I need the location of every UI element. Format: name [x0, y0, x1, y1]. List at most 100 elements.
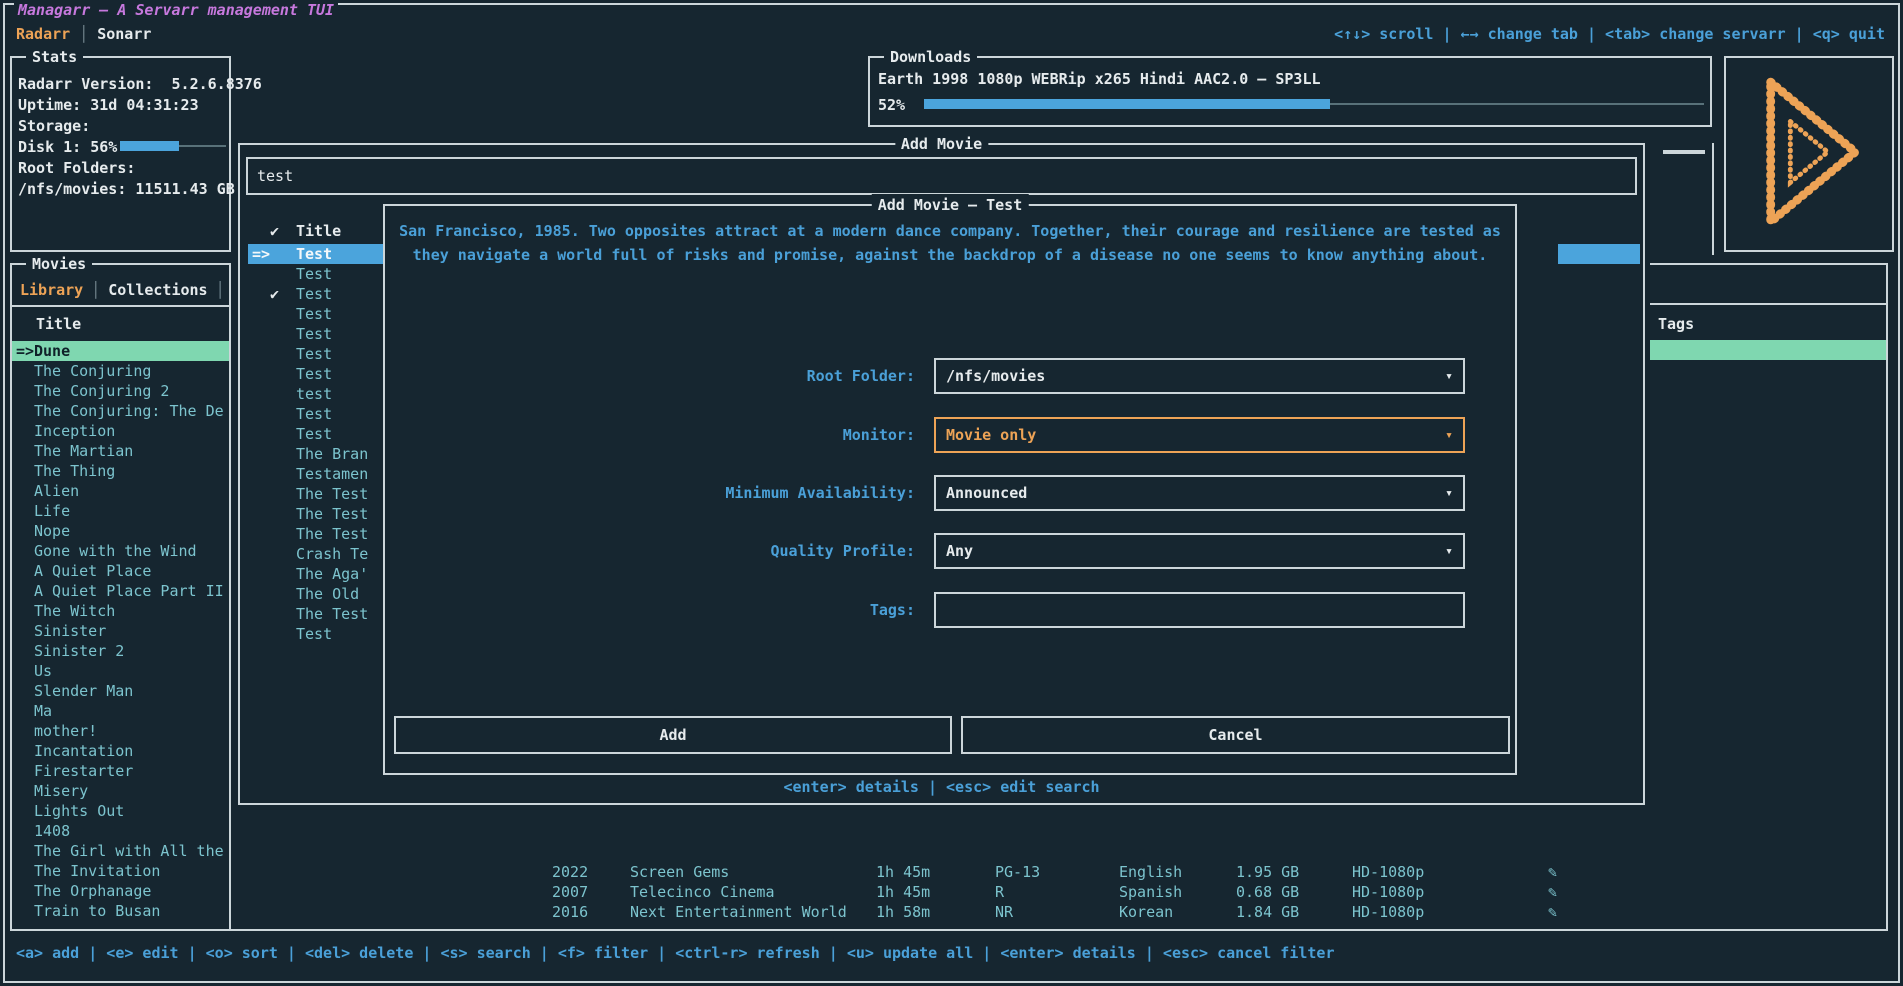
search-result-item[interactable]: => ✔ The Old	[248, 584, 385, 604]
movie-list-item[interactable]: => Gone with the Wind	[12, 541, 229, 561]
tab-library[interactable]: Library	[20, 281, 83, 299]
tab-sonarr[interactable]: Sonarr	[97, 25, 151, 43]
search-result-item[interactable]: => ✔ Test	[248, 324, 385, 344]
search-result-item[interactable]: => ✔ Test	[248, 264, 385, 284]
minimum-availability-dropdown: Minimum Availability: Announced ▾	[385, 475, 1515, 511]
search-result-item[interactable]: => ✔ test	[248, 384, 385, 404]
tab-collections[interactable]: Collections	[108, 281, 207, 299]
movie-list-item[interactable]: => Slender Man	[12, 681, 229, 701]
search-result-item[interactable]: => ✔ Test	[248, 624, 385, 644]
movie-list-item[interactable]: => Inception	[12, 421, 229, 441]
cancel-button[interactable]: Cancel	[961, 716, 1510, 754]
result-title: Test	[296, 325, 332, 343]
movie-list-item[interactable]: => Dune	[12, 341, 229, 361]
search-result-item[interactable]: => ✔ Test	[248, 364, 385, 384]
dropdown-arrow-icon: ▾	[1445, 428, 1453, 443]
movie-list-item[interactable]: => Ma	[12, 701, 229, 721]
movie-list-item[interactable]: => Life	[12, 501, 229, 521]
movie-studio: Next Entertainment World	[630, 902, 847, 922]
movie-table-rows: 2022 Screen Gems 1h 45m PG-13 English 1.…	[0, 862, 1903, 922]
search-result-item[interactable]: => ✔ Test	[248, 344, 385, 364]
movie-list-item[interactable]: => Incantation	[12, 741, 229, 761]
result-title: Test	[296, 305, 332, 323]
movie-title: The Invitation	[34, 862, 160, 880]
movies-tabs: Library │ Collections │	[20, 281, 225, 299]
add-button[interactable]: Add	[394, 716, 952, 754]
movie-list-item[interactable]: => Lights Out	[12, 801, 229, 821]
movie-list-item[interactable]: => The Conjuring	[12, 361, 229, 381]
movie-list-item[interactable]: => The Martian	[12, 441, 229, 461]
movie-table-row[interactable]: 2016 Next Entertainment World 1h 58m NR …	[0, 902, 1903, 922]
in-library-check-icon: ✔	[270, 222, 296, 240]
search-result-item[interactable]: => ✔ The Test	[248, 524, 385, 544]
movie-list-item[interactable]: => The Conjuring: The De	[12, 401, 229, 421]
movie-list-item[interactable]: => Sinister 2	[12, 641, 229, 661]
search-result-item[interactable]: => ✔ Test	[248, 284, 385, 304]
search-result-item[interactable]: => ✔ The Test	[248, 604, 385, 624]
search-result-item[interactable]: => ✔ Test	[248, 424, 385, 444]
field-input[interactable]: Any ▾	[934, 533, 1465, 569]
movie-list-item[interactable]: => A Quiet Place Part II	[12, 581, 229, 601]
field-input[interactable]: Announced ▾	[934, 475, 1465, 511]
movie-list-item[interactable]: => The Thing	[12, 461, 229, 481]
search-result-item[interactable]: => ✔ Crash Te	[248, 544, 385, 564]
field-input[interactable]: ▾	[934, 592, 1465, 628]
movie-list-item[interactable]: => Us	[12, 661, 229, 681]
search-result-item[interactable]: => ✔ The Bran	[248, 444, 385, 464]
dropdown-arrow-icon: ▾	[1445, 544, 1453, 559]
movie-list-item[interactable]: => Alien	[12, 481, 229, 501]
movie-quality: HD-1080p	[1352, 882, 1424, 902]
movie-table-row[interactable]: 2022 Screen Gems 1h 45m PG-13 English 1.…	[0, 862, 1903, 882]
result-title: The Test	[296, 485, 368, 503]
movie-title: The Martian	[34, 442, 133, 460]
tab-radarr[interactable]: Radarr	[16, 25, 70, 43]
search-result-item[interactable]: => ✔ The Test	[248, 504, 385, 524]
search-result-item[interactable]: => ✔ The Aga'	[248, 564, 385, 584]
search-result-item[interactable]: => ✔ The Test	[248, 484, 385, 504]
scrollbar-thumb[interactable]	[1663, 150, 1705, 154]
movie-table-row[interactable]: 2007 Telecinco Cinema 1h 45m R Spanish 0…	[0, 882, 1903, 902]
field-input[interactable]: /nfs/movies ▾	[934, 358, 1465, 394]
movie-year: 2016	[552, 902, 588, 922]
movie-list-item[interactable]: => A Quiet Place	[12, 561, 229, 581]
movie-list-item[interactable]: => Misery	[12, 781, 229, 801]
uptime: Uptime: 31d 04:31:23	[18, 95, 199, 115]
movie-quality: HD-1080p	[1352, 902, 1424, 922]
search-result-item[interactable]: => ✔ Test	[248, 304, 385, 324]
movie-title: Lights Out	[34, 802, 124, 820]
search-result-item[interactable]: => ✔ Test	[248, 404, 385, 424]
selected-marker: =>	[12, 342, 34, 360]
movie-list-item[interactable]: => mother!	[12, 721, 229, 741]
search-results-list: => ✔ Test => ✔ Test => ✔ Test => ✔ Test …	[248, 244, 385, 644]
result-title: Test	[296, 285, 332, 303]
movie-year: 2007	[552, 882, 588, 902]
movie-title: The Girl with All the	[34, 842, 224, 860]
movie-title: A Quiet Place Part II	[34, 582, 224, 600]
movie-title: Misery	[34, 782, 88, 800]
dropdown-arrow-icon: ▾	[1445, 369, 1453, 384]
tab-separator: │	[79, 25, 88, 43]
movie-list-item[interactable]: => The Witch	[12, 601, 229, 621]
movie-runtime: 1h 45m	[876, 862, 930, 882]
movie-search-input[interactable]	[246, 157, 1637, 195]
search-result-item[interactable]: => ✔ Test	[248, 244, 385, 264]
movie-title: The Conjuring	[34, 362, 151, 380]
movie-list-item[interactable]: => Nope	[12, 521, 229, 541]
movie-list-item[interactable]: => Train to Busan	[12, 901, 229, 921]
movie-list-item[interactable]: => Firestarter	[12, 761, 229, 781]
movie-year: 2022	[552, 862, 588, 882]
border-fragment	[1886, 263, 1888, 931]
movie-list-item[interactable]: => The Orphanage	[12, 881, 229, 901]
search-result-item[interactable]: => ✔ Testamen	[248, 464, 385, 484]
movie-list-item[interactable]: => The Conjuring 2	[12, 381, 229, 401]
field-input[interactable]: Movie only ▾	[934, 417, 1465, 453]
download-item[interactable]: Earth 1998 1080p WEBRip x265 Hindi AAC2.…	[878, 70, 1321, 88]
movie-list-item[interactable]: => The Invitation	[12, 861, 229, 881]
movie-title: 1408	[34, 822, 70, 840]
movie-language: Korean	[1119, 902, 1173, 922]
movie-list-item[interactable]: => The Girl with All the	[12, 841, 229, 861]
edit-pencil-icon: ✎	[1548, 902, 1557, 922]
movie-list-item[interactable]: => Sinister	[12, 621, 229, 641]
movie-list-item[interactable]: => 1408	[12, 821, 229, 841]
results-column-header: Title	[296, 222, 341, 240]
